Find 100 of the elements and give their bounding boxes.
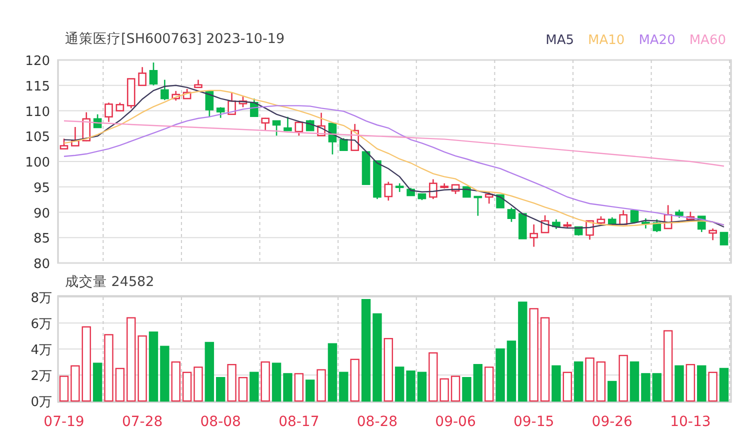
legend-label: MA5 <box>546 33 574 48</box>
candlestick <box>194 80 202 88</box>
candlestick <box>261 118 270 130</box>
volume-bar <box>395 366 404 402</box>
volume-bar <box>708 372 718 402</box>
axis-label: 2万 <box>30 369 52 384</box>
axis-label: 08-08 <box>200 414 241 430</box>
volume-bar <box>283 373 292 402</box>
volume-bar <box>719 368 729 402</box>
volume-bar <box>552 365 561 402</box>
axis-label: 08-28 <box>356 414 398 430</box>
candlestick <box>574 226 583 236</box>
candlestick <box>642 218 650 228</box>
candlestick <box>652 219 662 232</box>
axis-label: 115 <box>25 79 50 94</box>
candlestick <box>608 217 616 226</box>
volume-bar <box>652 373 662 402</box>
volume-bar <box>272 362 282 402</box>
axis-label: 08-17 <box>278 414 320 430</box>
axis-label: 07-19 <box>44 414 84 430</box>
axis-label: 09-26 <box>592 414 632 430</box>
volume-bar <box>350 358 360 402</box>
axis-label: 6万 <box>30 317 52 332</box>
candlestick <box>462 186 471 198</box>
volume-title: 成交量 24582 <box>65 273 154 291</box>
candlestick <box>228 92 236 115</box>
candlestick <box>484 192 494 204</box>
volume-bar <box>417 372 427 402</box>
volume-bar <box>92 362 102 402</box>
volume-bar <box>138 335 147 402</box>
volume-bar <box>316 369 326 402</box>
candlestick <box>552 219 560 229</box>
candlestick <box>373 160 382 200</box>
volume-bar <box>686 364 696 402</box>
axis-label: 85 <box>33 232 50 247</box>
candlestick <box>182 88 192 100</box>
volume-bar <box>182 372 192 402</box>
candlestick <box>216 107 225 118</box>
candlestick <box>697 216 706 232</box>
volume-bar <box>462 377 472 402</box>
volume-bar <box>148 332 158 402</box>
axis-label: 80 <box>33 257 50 272</box>
volume-bar <box>641 373 650 402</box>
volume-bar <box>70 365 80 402</box>
candlestick <box>630 210 639 223</box>
candlestick <box>418 193 426 200</box>
volume-bar <box>104 334 114 402</box>
volume-bar <box>339 372 348 402</box>
candlestick <box>205 90 214 117</box>
volume-bar <box>227 364 236 402</box>
candlestick <box>686 212 695 221</box>
axis-label: 110 <box>25 104 50 120</box>
candlestick <box>440 183 448 188</box>
candlestick <box>328 122 337 154</box>
volume-bar <box>440 378 449 402</box>
candlestick <box>60 138 68 150</box>
volume-bar <box>450 376 460 402</box>
volume-bar <box>674 365 684 402</box>
volume-bar <box>428 352 438 402</box>
axis-label: 10-13 <box>670 414 711 430</box>
candlestick <box>116 102 124 112</box>
volume-bar <box>473 364 482 402</box>
legend-label: MA60 <box>689 33 726 48</box>
volume-bar <box>160 346 170 402</box>
chart-title: 通策医疗[SH600763] 2023-10-19 <box>65 30 285 48</box>
volume-bar <box>204 342 214 402</box>
axis-label: 0万 <box>30 395 52 410</box>
axis-label: 09-15 <box>513 414 554 430</box>
candlestick <box>306 120 314 132</box>
candlestick <box>395 183 404 192</box>
candlestick <box>708 228 717 240</box>
candlestick <box>317 112 326 136</box>
candlestick <box>720 232 728 246</box>
candlestick <box>540 215 550 234</box>
axis-label: 100 <box>25 156 50 170</box>
axis-label: 105 <box>25 130 50 146</box>
legend-label: MA20 <box>638 33 676 48</box>
volume-bar <box>585 358 594 402</box>
axis-label: 90 <box>33 206 50 222</box>
volume-bar <box>506 340 516 402</box>
candlestick <box>160 80 169 100</box>
candlestick <box>350 124 359 151</box>
volume-bar <box>406 370 416 402</box>
candlestick <box>586 220 594 240</box>
candlestick <box>619 210 628 226</box>
volume-bar <box>238 377 248 402</box>
volume-bar <box>697 365 706 402</box>
candlestick <box>518 213 527 240</box>
candlestick <box>126 78 136 108</box>
candlestick <box>474 196 482 216</box>
volume-bar <box>596 361 606 402</box>
candlestick <box>104 102 113 122</box>
volume-bar <box>294 373 304 402</box>
axis-label: 09-06 <box>435 414 476 430</box>
volume-bar <box>250 372 259 402</box>
candlestick <box>451 184 460 194</box>
volume-bar <box>59 376 69 402</box>
candlestick <box>272 120 281 136</box>
candlestick <box>384 182 393 201</box>
candlestick <box>429 179 438 200</box>
